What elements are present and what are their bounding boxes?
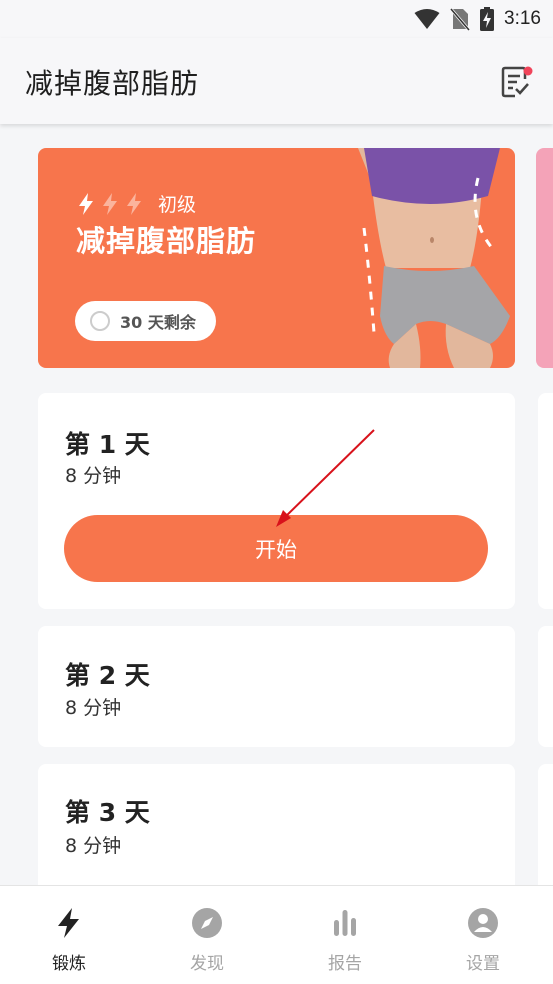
day-title: 第 1 天 xyxy=(65,430,150,459)
day-title: 第 2 天 xyxy=(65,661,150,690)
plan-checklist-button[interactable] xyxy=(497,64,533,100)
lightning-icon xyxy=(58,908,79,938)
app-header: 减掉腹部脂肪 xyxy=(0,38,553,124)
status-bar: 3:16 xyxy=(0,0,553,38)
lightning-icon xyxy=(103,192,117,215)
next-card-peek xyxy=(538,626,553,747)
next-plan-card-peek[interactable] xyxy=(536,148,553,368)
day-card[interactable]: 第 2 天 8 分钟 xyxy=(38,626,515,747)
difficulty-level: 初级 xyxy=(76,190,196,217)
day-title: 第 3 天 xyxy=(65,798,150,827)
plan-title: 减掉腹部脂肪 xyxy=(76,224,257,258)
progress-ring xyxy=(90,311,110,331)
status-icons: 3:16 xyxy=(414,6,541,32)
bottom-navigation: 锻炼 发现 报告 设置 xyxy=(0,885,553,984)
day-duration: 8 分钟 xyxy=(65,465,122,487)
plan-hero-card[interactable]: 初级 减掉腹部脂肪 30 天剩余 xyxy=(38,148,515,368)
page-title: 减掉腹部脂肪 xyxy=(25,67,200,100)
hero-figure-image xyxy=(358,148,510,368)
bar-chart-icon xyxy=(334,910,356,936)
lightning-icon xyxy=(79,192,93,215)
start-button[interactable]: 开始 xyxy=(64,515,488,582)
nav-tab-workout[interactable]: 锻炼 xyxy=(0,886,138,984)
notification-dot xyxy=(523,66,533,76)
no-sim-icon xyxy=(450,8,471,31)
battery-charging-icon xyxy=(480,7,495,31)
nav-label: 发现 xyxy=(190,954,224,974)
day-duration: 8 分钟 xyxy=(65,835,122,857)
status-time: 3:16 xyxy=(504,8,541,29)
nav-tab-discover[interactable]: 发现 xyxy=(138,886,276,984)
days-remaining-label: 30 天剩余 xyxy=(120,313,196,332)
day-card[interactable]: 第 1 天 8 分钟 开始 xyxy=(38,393,515,609)
days-remaining-badge: 30 天剩余 xyxy=(75,301,216,341)
nav-label: 设置 xyxy=(466,954,500,974)
next-card-peek xyxy=(538,393,553,609)
level-label: 初级 xyxy=(158,194,197,216)
wifi-icon xyxy=(414,9,440,29)
nav-label: 锻炼 xyxy=(52,954,86,974)
nav-tab-settings[interactable]: 设置 xyxy=(414,886,552,984)
lightning-icon xyxy=(127,192,141,215)
day-duration: 8 分钟 xyxy=(65,697,122,719)
person-icon xyxy=(468,908,498,938)
checklist-icon xyxy=(501,66,533,98)
next-card-peek xyxy=(538,764,553,894)
compass-icon xyxy=(192,908,222,938)
day-card[interactable]: 第 3 天 8 分钟 xyxy=(38,764,515,894)
nav-tab-report[interactable]: 报告 xyxy=(276,886,414,984)
nav-label: 报告 xyxy=(328,954,362,974)
